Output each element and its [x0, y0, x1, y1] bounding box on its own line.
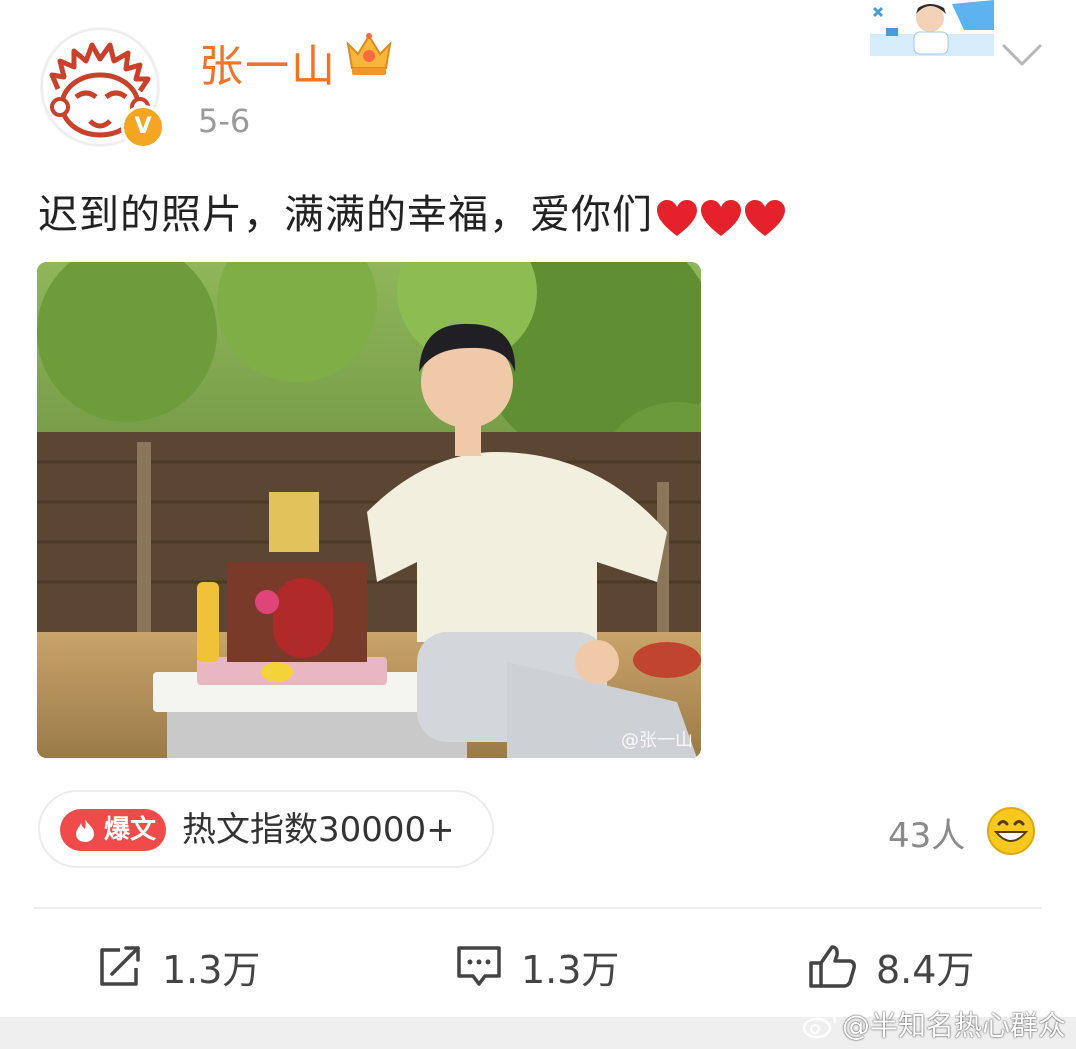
flame-icon	[76, 819, 94, 842]
username[interactable]: 张一山	[199, 30, 337, 94]
hot-tag-label: 爆文	[104, 815, 157, 845]
post-date: 5-6	[198, 102, 251, 140]
comment-count: 1.3万	[521, 947, 620, 992]
source-watermark-text: @半知名热心群众	[841, 1009, 1066, 1042]
comment-icon	[457, 946, 501, 986]
weibo-post: V 张一山 5-6 迟到的照片，满满的幸福，爱你们 @张一山 爆文 热文指数30…	[0, 0, 1076, 1049]
verified-badge: V	[121, 105, 165, 149]
reaction-count[interactable]: 43人	[888, 808, 965, 857]
repost-count: 1.3万	[162, 947, 261, 992]
comment-button[interactable]: 1.3万	[455, 940, 619, 992]
card-skin-decoration-icon[interactable]	[868, 0, 998, 60]
heart-icon	[657, 200, 697, 236]
like-button[interactable]: 8.4万	[808, 940, 974, 992]
like-count: 8.4万	[876, 947, 975, 992]
divider	[34, 907, 1042, 909]
post-photo[interactable]: @张一山	[37, 262, 701, 758]
photo-illustration	[37, 262, 701, 758]
weibo-logo-icon	[802, 1011, 837, 1039]
repost-icon	[100, 946, 140, 986]
hot-index-text: 热文指数30000+	[182, 810, 455, 850]
hot-index-pill[interactable]: 爆文 热文指数30000+	[38, 790, 494, 868]
grinning-face-icon[interactable]	[986, 806, 1036, 856]
hot-tag: 爆文	[60, 809, 166, 851]
post-text: 迟到的照片，满满的幸福，爱你们	[38, 182, 789, 240]
post-text-content: 迟到的照片，满满的幸福，爱你们	[38, 192, 653, 238]
thumbs-up-icon	[809, 945, 856, 988]
chevron-down-icon[interactable]	[998, 36, 1046, 72]
hearts	[657, 194, 789, 240]
repost-button[interactable]: 1.3万	[96, 940, 260, 992]
heart-icon	[745, 200, 785, 236]
source-watermark: @半知名热心群众	[802, 1004, 1066, 1044]
heart-icon	[701, 200, 741, 236]
photo-watermark: @张一山	[621, 730, 693, 751]
crown-icon[interactable]	[344, 30, 394, 78]
